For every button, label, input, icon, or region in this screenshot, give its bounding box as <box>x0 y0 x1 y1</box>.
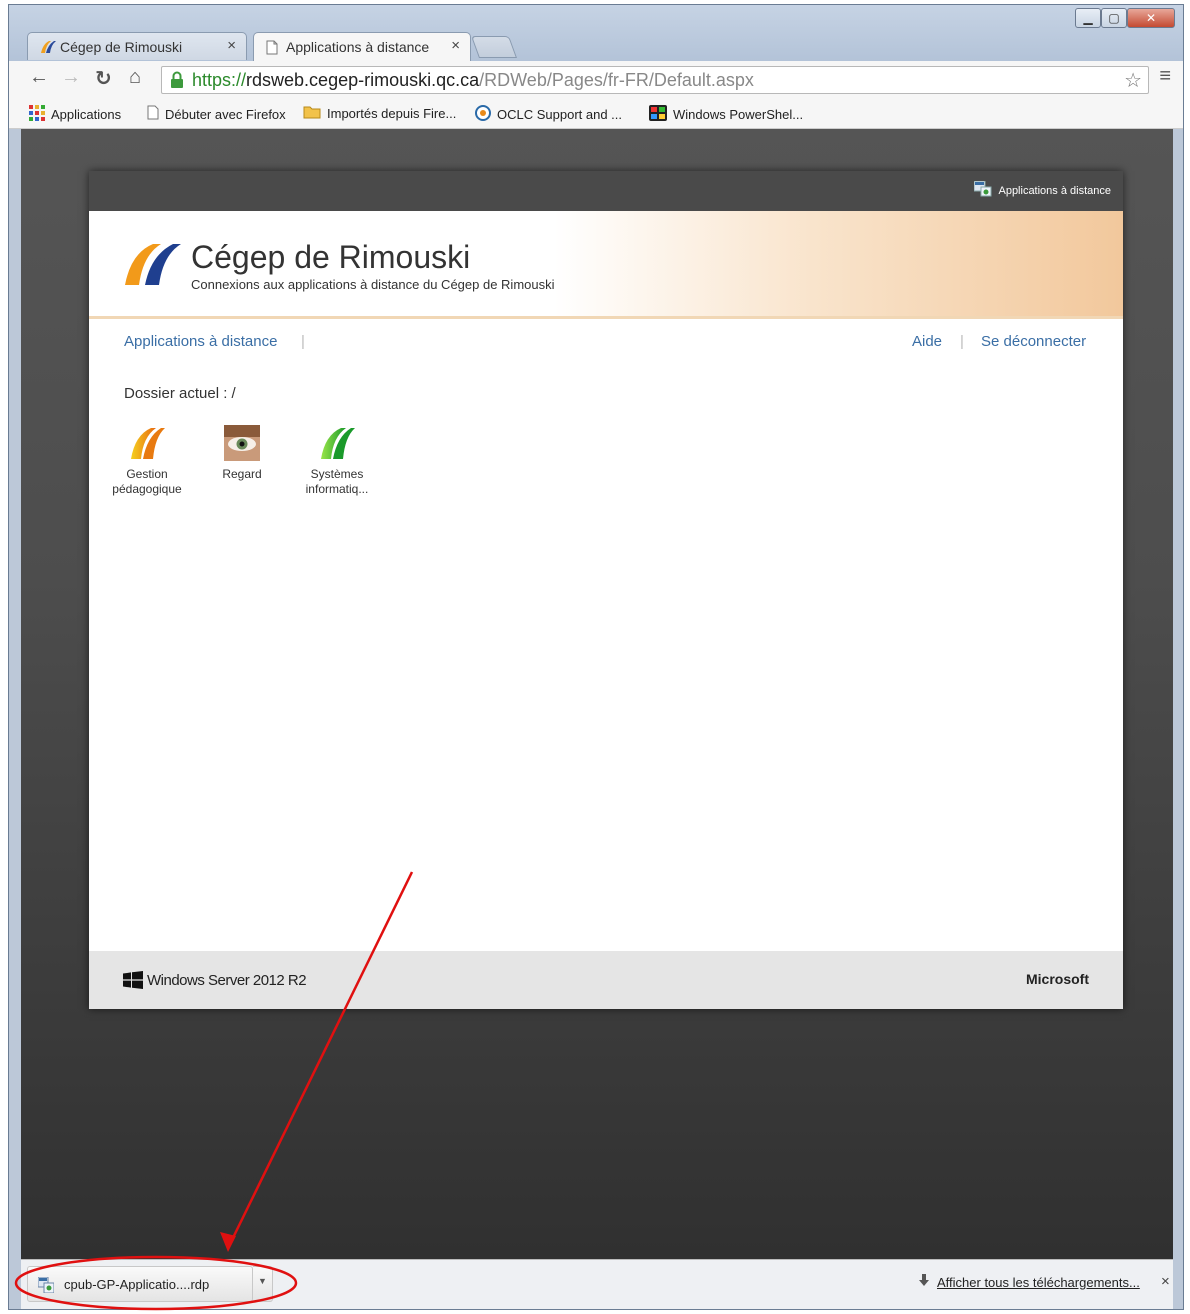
app-label: pédagogique <box>112 482 182 496</box>
download-filename: cpub-GP-Applicatio....rdp <box>64 1276 210 1292</box>
download-arrow-icon <box>919 1274 929 1290</box>
org-title: Cégep de Rimouski <box>191 239 471 275</box>
download-item[interactable]: cpub-GP-Applicatio....rdp <box>27 1266 253 1302</box>
url-host: rdsweb.cegep-rimouski.qc.ca <box>246 70 480 90</box>
windows-server-label: Windows Server 2012 R2 <box>147 971 307 989</box>
folder-icon <box>303 105 321 122</box>
powershell-icon <box>649 105 667 124</box>
browser-toolbar: ← → ↻ ⌂ https://rdsweb.cegep-rimouski.qc… <box>9 61 1183 99</box>
current-folder: Dossier actuel : / <box>124 385 236 402</box>
bookmark-powershell[interactable]: Windows PowerShel... <box>649 105 803 124</box>
menu-icon[interactable]: ≡ <box>1159 65 1171 88</box>
microsoft-label: Microsoft <box>1026 971 1089 987</box>
app-gestion-pedagogique[interactable]: Gestion pédagogique <box>97 425 197 497</box>
show-all-downloads-link[interactable]: Afficher tous les téléchargements... <box>919 1274 1140 1290</box>
nav-separator: | <box>301 333 305 350</box>
tab-remote-apps[interactable]: Applications à distance × <box>253 32 471 61</box>
systemes-app-icon <box>321 428 355 459</box>
maximize-button[interactable]: ▢ <box>1101 8 1127 28</box>
remote-apps-label: Applications à distance <box>998 184 1111 197</box>
org-subtitle: Connexions aux applications à distance d… <box>191 277 555 292</box>
gestion-app-icon <box>131 428 165 459</box>
back-arrow-icon[interactable]: ← <box>29 66 49 89</box>
nav-separator: | <box>960 333 964 350</box>
bookmark-applications[interactable]: Applications <box>29 105 121 124</box>
download-options-caret-icon[interactable]: ▼ <box>253 1266 273 1302</box>
bookmark-label: Importés depuis Fire... <box>327 106 457 121</box>
app-label: informatiq... <box>305 482 369 496</box>
bookmark-importes[interactable]: Importés depuis Fire... <box>303 105 456 122</box>
show-all-label: Afficher tous les téléchargements... <box>937 1274 1140 1290</box>
address-bar[interactable]: https://rdsweb.cegep-rimouski.qc.ca/RDWe… <box>161 66 1149 94</box>
remote-apps-icon <box>973 180 992 200</box>
nav-logout[interactable]: Se déconnecter <box>981 333 1086 350</box>
card-header: Applications à distance <box>89 171 1123 211</box>
app-label: Regard <box>222 467 262 481</box>
forward-arrow-icon[interactable]: → <box>61 66 81 89</box>
close-tab-icon[interactable]: × <box>227 37 236 54</box>
tab-label: Cégep de Rimouski <box>60 38 183 55</box>
home-icon[interactable]: ⌂ <box>129 66 141 89</box>
window-close-button[interactable]: ✕ <box>1127 8 1175 28</box>
regard-eye-icon <box>224 425 260 461</box>
app-regard[interactable]: Regard <box>192 425 292 482</box>
browser-window: Cégep de Rimouski × Applications à dista… <box>8 4 1184 1310</box>
windows-server-brand: Windows Server 2012 R2 <box>123 971 307 989</box>
download-bar: cpub-GP-Applicatio....rdp ▼ Afficher tou… <box>21 1259 1173 1309</box>
windows-logo-icon <box>123 971 143 989</box>
bookmark-label: Applications <box>51 107 122 122</box>
lock-icon <box>170 70 184 96</box>
tab-label: Applications à distance <box>286 39 430 55</box>
oclc-icon <box>475 105 491 124</box>
tab-cegep[interactable]: Cégep de Rimouski × <box>27 32 247 60</box>
card-footer: Windows Server 2012 R2 Microsoft <box>89 951 1123 1009</box>
nav-help[interactable]: Aide <box>912 333 942 350</box>
bookmark-label: OCLC Support and ... <box>497 107 623 122</box>
rdweb-card: Applications à distance Cégep de Rimousk… <box>89 171 1123 1009</box>
rdp-file-icon <box>37 1276 55 1296</box>
cegep-logo <box>125 244 181 285</box>
cegep-logo-icon <box>40 40 56 57</box>
bookmarks-bar: Applications Débuter avec Firefox Import… <box>9 99 1183 129</box>
page-icon <box>266 40 278 58</box>
page-icon <box>147 105 159 123</box>
minimize-button[interactable]: ▁ <box>1075 8 1101 28</box>
bookmark-label: Windows PowerShel... <box>673 107 804 122</box>
reload-icon[interactable]: ↻ <box>95 66 112 91</box>
url-scheme: https:// <box>192 70 247 90</box>
url-path: /RDWeb/Pages/fr-FR/Default.aspx <box>479 70 754 90</box>
nav-remote-apps[interactable]: Applications à distance <box>124 333 277 350</box>
page-content: Applications à distance Cégep de Rimousk… <box>21 129 1173 1259</box>
bookmark-label: Débuter avec Firefox <box>165 106 286 122</box>
bookmark-debuter-firefox[interactable]: Débuter avec Firefox <box>147 105 286 123</box>
new-tab-button[interactable] <box>470 36 518 58</box>
bookmark-oclc[interactable]: OCLC Support and ... <box>475 105 622 124</box>
apps-grid-icon <box>29 105 45 124</box>
banner: Cégep de Rimouski Connexions aux applica… <box>89 211 1123 319</box>
close-tab-icon[interactable]: × <box>451 37 460 54</box>
bookmark-star-icon[interactable]: ☆ <box>1124 68 1142 94</box>
app-systemes-informatiques[interactable]: Systèmes informatiq... <box>287 425 387 497</box>
remote-apps-link[interactable]: Applications à distance <box>973 180 1111 200</box>
app-label: Systèmes <box>310 467 364 481</box>
app-label: Gestion <box>126 467 168 481</box>
title-bar: Cégep de Rimouski × Applications à dista… <box>9 5 1183 61</box>
close-download-bar-icon[interactable]: × <box>1161 1273 1170 1290</box>
